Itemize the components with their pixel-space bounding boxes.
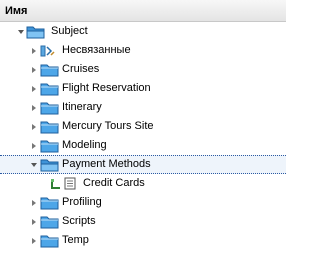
expand-arrow-icon[interactable] [29, 156, 38, 173]
folder-open-icon [26, 22, 46, 41]
folder-icon [40, 193, 60, 212]
folder-icon [40, 79, 60, 98]
column-header-label: Имя [5, 5, 28, 17]
folder-icon [40, 212, 60, 231]
tree-node-label: Credit Cards [83, 177, 145, 189]
folder-icon [40, 117, 60, 136]
folder-icon [40, 136, 60, 155]
tree-node-modeling[interactable]: Modeling [0, 136, 286, 155]
requirements-tree-panel: Имя Subject Несвязанные Cruises Flight R… [0, 0, 286, 255]
unattached-icon [40, 41, 56, 60]
collapse-arrow-icon[interactable] [29, 231, 38, 250]
tree-node-payment-methods[interactable]: Payment Methods [0, 155, 286, 174]
tree-node-label: Itinerary [62, 101, 102, 113]
tree-node-flight-reservation[interactable]: Flight Reservation [0, 79, 286, 98]
tree-rows: Subject Несвязанные Cruises Flight Reser… [0, 22, 286, 250]
collapse-arrow-icon[interactable] [29, 212, 38, 231]
tree-node-itinerary[interactable]: Itinerary [0, 98, 286, 117]
collapse-arrow-icon[interactable] [29, 193, 38, 212]
tree-node-unattached[interactable]: Несвязанные [0, 41, 286, 60]
tree-node-label: Scripts [62, 215, 96, 227]
tree-node-label: Payment Methods [62, 158, 151, 170]
collapse-arrow-icon[interactable] [29, 117, 38, 136]
tree-node-label: Cruises [62, 63, 100, 75]
requirement-icon [64, 174, 76, 193]
tree-node-label: Flight Reservation [62, 82, 151, 94]
tree-node-mercury-tours-site[interactable]: Mercury Tours Site [0, 117, 286, 136]
collapse-arrow-icon[interactable] [29, 79, 38, 98]
expand-arrow-icon[interactable] [16, 22, 25, 41]
collapse-arrow-icon[interactable] [29, 136, 38, 155]
tree-node-subject[interactable]: Subject [0, 22, 286, 41]
tree-node-label: Modeling [62, 139, 107, 151]
folder-icon [40, 98, 60, 117]
folder-icon [40, 231, 60, 250]
collapse-arrow-icon[interactable] [29, 60, 38, 79]
coverage-status-icon [50, 174, 62, 193]
tree-node-label: Profiling [62, 196, 102, 208]
collapse-arrow-icon[interactable] [29, 41, 38, 60]
tree-node-cruises[interactable]: Cruises [0, 60, 286, 79]
tree-node-label: Temp [62, 234, 89, 246]
collapse-arrow-icon[interactable] [29, 98, 38, 117]
tree-node-scripts[interactable]: Scripts [0, 212, 286, 231]
column-header-name[interactable]: Имя [0, 0, 286, 22]
tree-node-credit-cards[interactable]: Credit Cards [0, 174, 286, 193]
tree-node-label: Несвязанные [62, 44, 131, 56]
tree-node-profiling[interactable]: Profiling [0, 193, 286, 212]
folder-icon [40, 60, 60, 79]
tree-node-label: Subject [51, 25, 88, 37]
folder-open-icon [40, 156, 60, 173]
tree-node-temp[interactable]: Temp [0, 231, 286, 250]
tree-node-label: Mercury Tours Site [62, 120, 154, 132]
